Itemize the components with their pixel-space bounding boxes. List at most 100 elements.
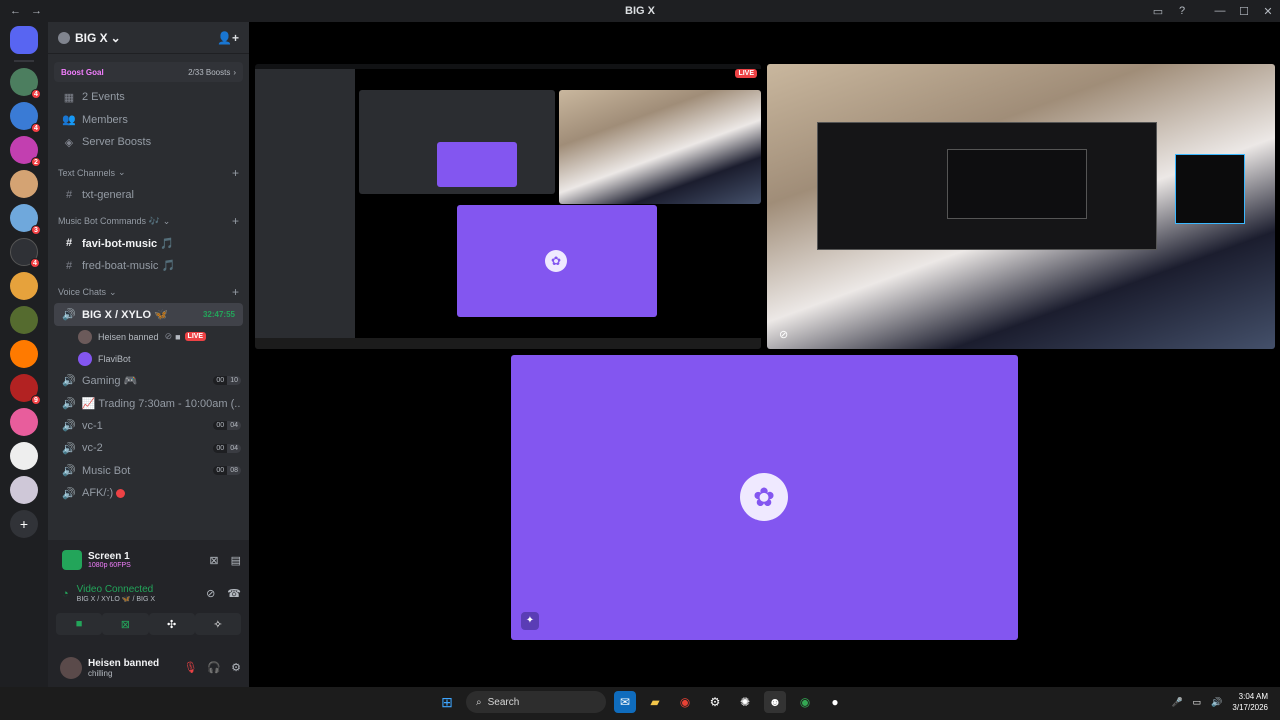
category-voice-chats[interactable]: Voice Chats ⌄ + <box>48 281 249 303</box>
server-icon[interactable] <box>10 408 38 436</box>
server-boosts-item[interactable]: ◈ Server Boosts <box>48 131 249 154</box>
popout-icon[interactable]: ▤ <box>231 554 241 567</box>
windows-start-icon[interactable]: ⊞ <box>436 691 458 713</box>
screen-share-button[interactable]: ⊠ <box>102 613 149 635</box>
microphone-icon[interactable]: 🎤 <box>1171 697 1182 708</box>
server-icon[interactable]: 9 <box>10 374 41 405</box>
channel-fred-boat-music[interactable]: # fred-boat-music 🎵 <box>48 255 249 278</box>
chevron-right-icon: › <box>233 67 236 77</box>
mute-microphone-icon[interactable]: 🎙 <box>183 661 197 674</box>
server-icon[interactable] <box>10 306 38 334</box>
server-icon[interactable] <box>10 476 38 504</box>
speaker-icon: 🔊 <box>62 442 76 455</box>
boost-progress: 2/33 Boosts <box>188 67 231 77</box>
signal-icon[interactable]: ◔ <box>62 588 69 600</box>
soundboard-button[interactable]: ✧ <box>194 613 241 635</box>
server-icon[interactable]: 2 <box>10 136 41 167</box>
server-icon[interactable]: 4 <box>10 68 41 99</box>
server-icon[interactable] <box>10 272 38 300</box>
stream-tile-camera[interactable]: ⊘ <box>767 64 1275 349</box>
voice-channel-active[interactable]: 🔊 BIG X / XYLO 🦋 32:47:55 <box>54 303 243 326</box>
minimize-button[interactable]: — <box>1208 5 1232 17</box>
activities-button[interactable]: ✣ <box>148 613 195 635</box>
launchpad <box>1175 154 1245 224</box>
voice-channel[interactable]: 🔊 Gaming 🎮 00 10 <box>48 370 249 393</box>
invite-icon[interactable]: 👤+ <box>217 31 239 45</box>
guild-icon <box>58 31 70 44</box>
channel-favi-bot-music[interactable]: # favi-bot-music 🎵 <box>48 232 249 255</box>
user-status: chilling <box>88 668 113 678</box>
noise-suppression-icon[interactable]: ⊘ <box>206 587 215 600</box>
arrow-left-icon[interactable]: ← <box>10 5 21 17</box>
discord-icon[interactable]: ☻ <box>764 691 786 713</box>
chrome-profile-icon[interactable]: ◉ <box>794 691 816 713</box>
screen-share-icon <box>62 550 82 570</box>
server-icon[interactable]: 4 <box>10 102 41 133</box>
guild-header[interactable]: BIG X ⌄ 👤+ <box>48 22 249 54</box>
voice-channel[interactable]: 🔊 📈 Trading 7:30am - 10:00am (... <box>48 392 249 415</box>
stop-stream-icon[interactable]: ⊠ <box>209 554 218 567</box>
clock[interactable]: 3:04 AM 3/17/2026 <box>1232 691 1268 713</box>
boost-goal-label: Boost Goal <box>61 67 104 77</box>
speaker-icon: 🔊 <box>62 487 76 500</box>
outlook-icon[interactable]: ✉ <box>614 691 636 713</box>
user-area: Heisen banned chilling 🎙 🎧 ⚙ <box>48 648 249 687</box>
help-icon[interactable]: ? <box>1170 5 1194 17</box>
add-channel-icon[interactable]: + <box>232 166 239 180</box>
hash-icon: # <box>65 237 73 250</box>
network-icon[interactable]: ▭ <box>1193 697 1202 708</box>
voice-channel[interactable]: 🔊 Music Bot 00 08 <box>48 460 249 483</box>
members-item[interactable]: 👥 Members <box>48 109 249 132</box>
search-icon: ⌕ <box>476 696 482 708</box>
headphones-icon[interactable]: 🎧 <box>207 661 221 674</box>
screen-share-icon: ⊠ <box>120 618 130 631</box>
boost-goal[interactable]: Boost Goal 2/33 Boosts › <box>54 62 243 82</box>
add-channel-icon[interactable]: + <box>232 285 239 299</box>
live-badge: LIVE <box>735 69 757 78</box>
chrome-icon[interactable]: ◉ <box>674 691 696 713</box>
maximize-button[interactable]: ☐ <box>1232 5 1256 18</box>
hash-icon: # <box>65 259 73 272</box>
settings-icon[interactable]: ⚙ <box>231 661 241 674</box>
boost-icon: ◈ <box>64 136 74 149</box>
server-icon[interactable]: 3 <box>10 204 41 235</box>
chatgpt-icon[interactable]: ✺ <box>734 691 756 713</box>
add-server-icon[interactable]: + <box>10 510 38 538</box>
add-channel-icon[interactable]: + <box>232 214 239 228</box>
server-icon[interactable]: 4 <box>10 238 40 268</box>
stream-tile-bot[interactable]: ✿ ✦ <box>511 355 1018 640</box>
stream-tile-screen[interactable]: ✿ LIVE <box>255 64 761 349</box>
vc-location: BIG X / XYLO 🦋 / BIG X <box>76 596 156 603</box>
disconnect-icon[interactable]: ☎ <box>227 587 241 600</box>
inbox-icon[interactable]: ▭ <box>1146 5 1170 18</box>
settings-icon[interactable]: ⚙ <box>704 691 726 713</box>
server-icon[interactable] <box>10 442 38 470</box>
arrow-right-icon[interactable]: → <box>31 5 42 17</box>
voice-member[interactable]: FlaviBot <box>48 348 249 370</box>
taskbar-search[interactable]: ⌕ Search <box>466 691 606 713</box>
voice-channel[interactable]: 🔊 vc-2 00 04 <box>48 437 249 460</box>
soundboard-icon: ✧ <box>213 618 223 631</box>
server-icon[interactable] <box>10 340 38 368</box>
keyboard <box>947 149 1087 219</box>
category-text-channels[interactable]: Text Channels ⌄ + <box>48 162 249 184</box>
voice-member[interactable]: Heisen banned ⊘ ■ LIVE <box>48 326 249 348</box>
speaker-icon: 🔊 <box>62 397 76 410</box>
camera-button[interactable]: ■ <box>56 613 103 635</box>
file-explorer-icon[interactable]: ▰ <box>644 691 666 713</box>
close-button[interactable]: ✕ <box>1256 5 1280 18</box>
mouse-app-icon[interactable]: ● <box>824 691 846 713</box>
category-music-bot-commands[interactable]: Music Bot Commands 🎶 ⌄ + <box>48 210 249 232</box>
username: Heisen banned <box>88 657 160 669</box>
guild-name: BIG X <box>75 30 108 45</box>
calendar-icon: ▦ <box>63 91 75 104</box>
avatar[interactable] <box>60 656 82 679</box>
channel-txt-general[interactable]: # txt-general <box>48 184 249 207</box>
voice-channel[interactable]: 🔊 AFK/:) <box>48 482 249 505</box>
server-icon[interactable] <box>10 170 38 198</box>
voice-channel[interactable]: 🔊 vc-1 00 04 <box>48 415 249 438</box>
volume-icon[interactable]: 🔊 <box>1211 697 1222 708</box>
nested-taskbar <box>255 338 761 349</box>
events-item[interactable]: ▦ 2 Events <box>48 86 249 109</box>
discord-home-icon[interactable] <box>10 26 38 54</box>
